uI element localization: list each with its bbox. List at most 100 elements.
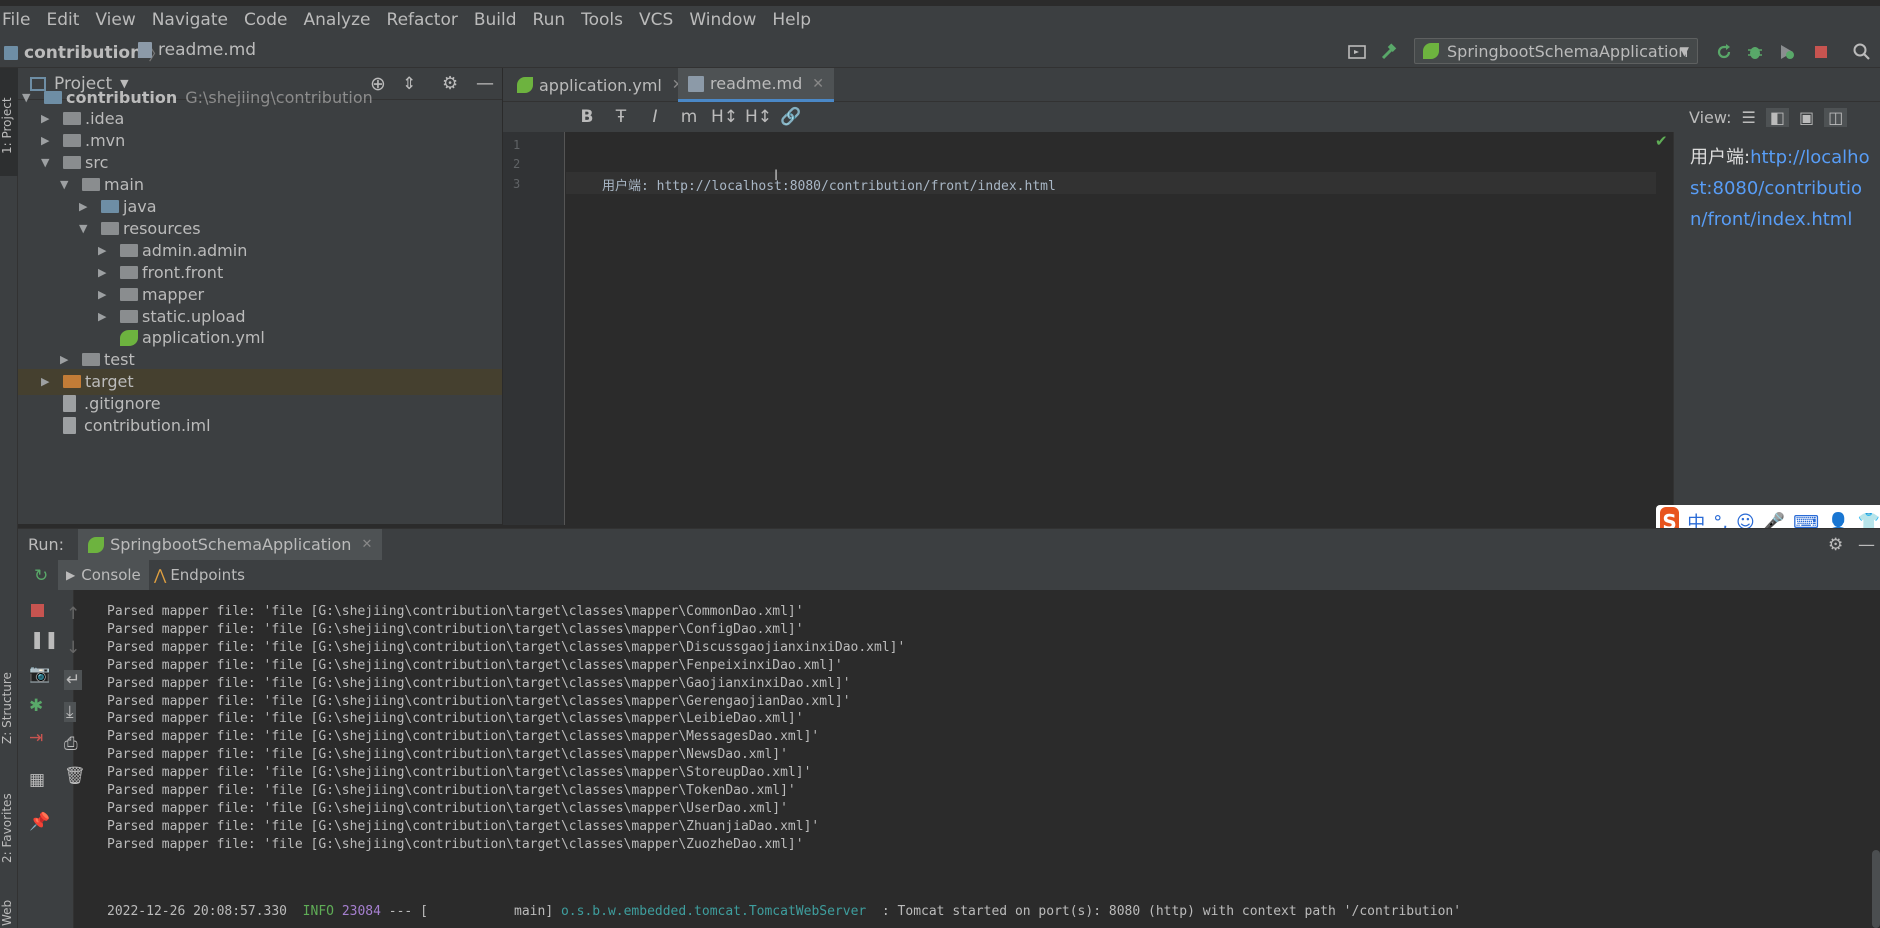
soft-wrap-icon[interactable]: ↵ [64,670,83,690]
collapse-arrow-icon[interactable]: ▶ [41,375,55,388]
console-output[interactable]: Parsed mapper file: 'file [G:\shejiing\c… [93,590,1880,928]
expand-arrow-icon[interactable]: ▼ [79,222,93,235]
tree-item-label: static.upload [142,306,246,326]
debug-icon[interactable] [1745,42,1765,62]
markdown-toolbar: B Ŧ Im H↕ H↕ 🔗 [503,102,1673,132]
run-panel-header: Run: SpringbootSchemaApplication ✕ ⚙ — [18,528,1880,561]
collapse-arrow-icon[interactable]: ▶ [98,266,112,279]
run-window-icon[interactable] [1347,42,1367,62]
markdown-file-icon [688,75,704,92]
tab-endpoints[interactable]: ⋀ Endpoints [150,560,249,590]
italic-icon[interactable]: I [643,107,667,127]
project-tool-tab[interactable]: 1: Project [0,78,18,174]
menu-view[interactable]: View [87,10,143,30]
console-line: Parsed mapper file: 'file [G:\shejiing\c… [107,765,812,781]
header-up-icon[interactable]: H↕ [711,107,738,127]
preview-only-view-icon[interactable]: ▣ [1799,108,1814,127]
pin-icon[interactable]: 📌 [29,812,50,832]
strikethrough-icon[interactable]: Ŧ [609,107,633,127]
menu-vcs[interactable]: VCS [631,10,681,30]
folder-icon [101,221,119,235]
module-icon [4,45,18,60]
menu-build[interactable]: Build [466,10,525,30]
run-configuration-select[interactable]: SpringbootSchemaApplication ▼ [1414,38,1698,64]
breadcrumb-file[interactable]: readme.md [138,40,256,60]
console-line: Parsed mapper file: 'file [G:\shejiing\c… [107,818,820,834]
gear-icon[interactable]: ⚙ [1828,535,1843,555]
bold-icon[interactable]: B [575,107,599,127]
close-icon[interactable]: ✕ [361,537,372,552]
console-line: Parsed mapper file: 'file [G:\shejiing\c… [107,747,788,763]
menu-tools[interactable]: Tools [573,10,631,30]
menu-run[interactable]: Run [525,10,574,30]
editor-text-area[interactable]: 用户端: http://localhost:8080/contribution/… [566,132,1656,525]
menu-navigate[interactable]: Navigate [144,10,236,30]
left-tool-stripe: 1: Project Z: Structure 2: Favorites Web [0,68,18,928]
split-view-icon[interactable]: ◧ [1765,107,1789,127]
collapse-arrow-icon[interactable]: ▶ [98,244,112,257]
stop-icon[interactable] [31,604,44,617]
camera-icon[interactable]: 📷 [29,664,50,684]
exit-icon[interactable]: ⇥ [29,728,43,748]
hide-icon[interactable]: — [1858,535,1875,555]
header-down-icon[interactable]: H↕ [745,107,772,127]
favorites-tool-tab[interactable]: 2: Favorites [0,778,18,878]
folder-icon [63,112,81,126]
expand-arrow-icon[interactable]: ▼ [41,156,55,169]
folder-icon [44,90,62,104]
menu-analyze[interactable]: Analyze [296,10,379,30]
run-config-tab[interactable]: SpringbootSchemaApplication ✕ [78,528,383,561]
print-icon[interactable]: ⎙ [64,734,78,754]
console-icon: ▶ [66,568,76,582]
tab-application-yml[interactable]: application.yml ✕ [507,68,694,102]
tab-console[interactable]: ▶ Console [58,560,149,590]
debug-icon[interactable]: ✱ [29,696,43,716]
file-icon [63,417,76,434]
console-line: Parsed mapper file: 'file [G:\shejiing\c… [107,604,804,619]
run-tabs: ↻ ▶ Console ⋀ Endpoints [18,560,1880,590]
collapse-arrow-icon[interactable]: ▶ [98,310,112,323]
editor-only-view-icon[interactable]: ☰ [1741,108,1755,127]
layout-icon[interactable]: ▦ [29,770,45,790]
spring-yml-icon [120,329,138,346]
search-icon[interactable] [1852,42,1872,62]
tree-item-label: src [85,153,109,173]
menu-help[interactable]: Help [764,10,819,30]
rerun-icon[interactable] [1714,42,1734,62]
structure-tool-tab[interactable]: Z: Structure [0,658,18,758]
build-hammer-icon[interactable] [1379,42,1399,62]
stop-icon[interactable] [1811,42,1831,62]
tab-readme-md[interactable]: readme.md ✕ [678,68,835,102]
console-scrollbar[interactable] [1872,850,1880,928]
link-icon[interactable]: 🔗 [779,107,803,127]
folder-icon [101,200,119,213]
menu-code[interactable]: Code [236,10,296,30]
up-arrow-icon[interactable]: ↑ [66,604,80,624]
collapse-arrow-icon[interactable]: ▶ [60,353,74,366]
tree-item-label: java [123,197,157,216]
menu-window[interactable]: Window [681,10,764,30]
menu-file[interactable]: File [0,10,38,30]
collapse-arrow-icon[interactable]: ▶ [41,112,55,125]
tree-item-label: mapper [142,284,205,304]
expand-arrow-icon[interactable]: ▼ [22,91,36,104]
expand-arrow-icon[interactable]: ▼ [60,178,74,191]
layout-toggle-icon[interactable]: ◫ [1824,107,1848,127]
close-icon[interactable]: ✕ [812,76,824,92]
collapse-arrow-icon[interactable]: ▶ [41,134,55,147]
web-tool-tab[interactable]: Web [0,898,18,928]
run-with-coverage-icon[interactable] [1777,42,1797,62]
navigation-bar: contribution 〉 readme.md SpringbootSchem… [0,34,1880,68]
rerun-icon[interactable]: ↻ [34,566,48,586]
collapse-arrow-icon[interactable]: ▶ [79,200,93,213]
down-arrow-icon[interactable]: ↓ [66,638,80,658]
collapse-arrow-icon[interactable]: ▶ [98,288,112,301]
menu-refactor[interactable]: Refactor [379,10,466,30]
menu-edit[interactable]: Edit [38,10,87,30]
folder-icon [82,353,100,367]
scroll-to-end-icon[interactable]: ⤓ [64,702,76,722]
code-span-icon[interactable]: m [677,107,701,127]
pause-icon[interactable]: ❚❚ [30,630,59,650]
tree-item[interactable]: contribution.iml [41,413,502,439]
trash-icon[interactable]: 🗑 [64,766,86,786]
